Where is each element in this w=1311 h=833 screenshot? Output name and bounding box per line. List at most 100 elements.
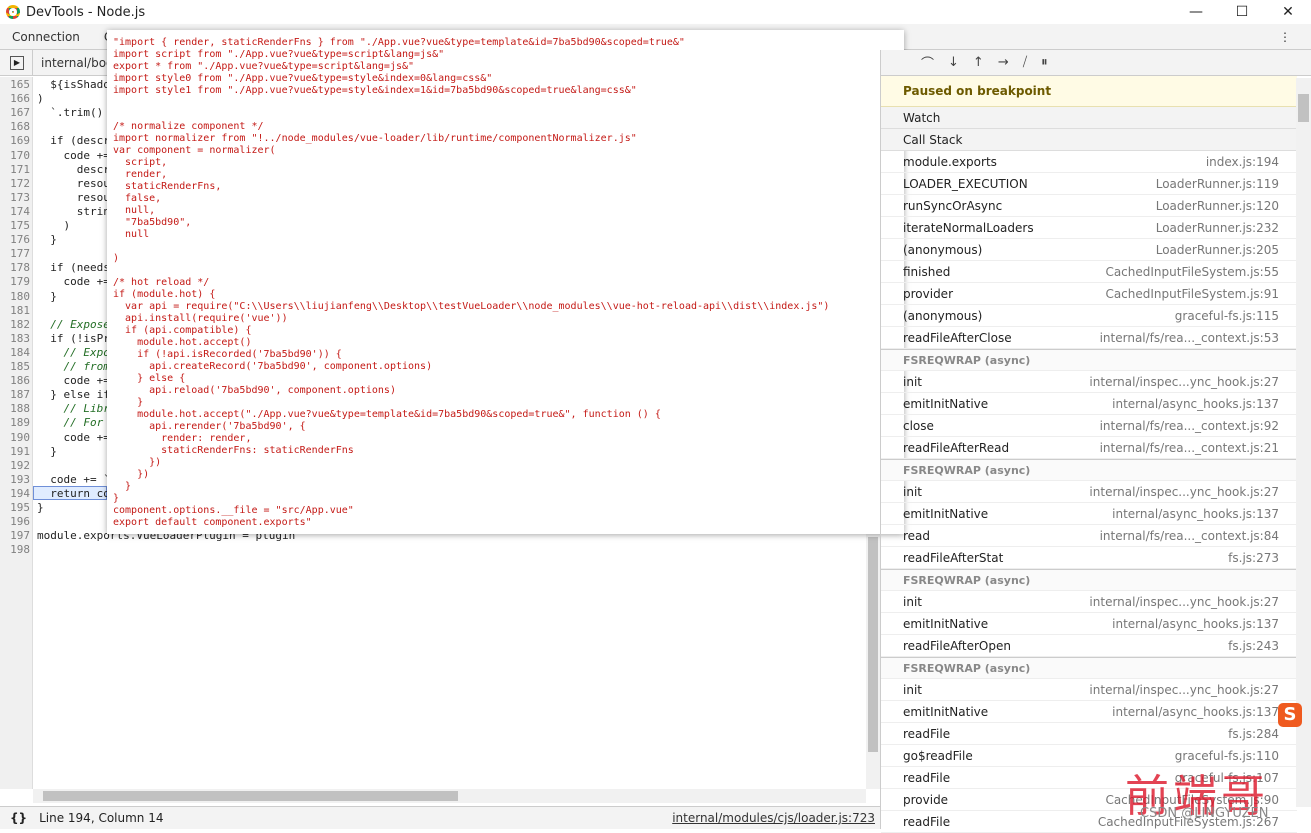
line-number[interactable]: 171 xyxy=(0,163,30,177)
line-number[interactable]: 178 xyxy=(0,261,30,275)
line-number[interactable]: 165 xyxy=(0,78,30,92)
line-number[interactable]: 184 xyxy=(0,346,30,360)
line-number[interactable]: 167 xyxy=(0,106,30,120)
line-number[interactable]: 180 xyxy=(0,290,30,304)
line-number[interactable]: 169 xyxy=(0,134,30,148)
line-number[interactable]: 181 xyxy=(0,304,30,318)
call-frame[interactable]: init internal/inspec...ync_hook.js:27 xyxy=(881,679,1297,701)
line-number[interactable]: 176 xyxy=(0,233,30,247)
frame-location[interactable]: CachedInputFileSystem.js:91 xyxy=(1105,283,1279,305)
line-number[interactable]: 173 xyxy=(0,191,30,205)
step-icon[interactable]: → xyxy=(998,55,1009,70)
editor-horizontal-scrollbar[interactable] xyxy=(33,789,866,803)
line-number[interactable]: 185 xyxy=(0,360,30,374)
minimize-button[interactable]: — xyxy=(1173,0,1219,24)
frame-location[interactable]: internal/fs/rea..._context.js:53 xyxy=(1100,327,1279,349)
call-frame[interactable]: emitInitNative internal/async_hooks.js:13… xyxy=(881,503,1297,525)
frame-location[interactable]: LoaderRunner.js:232 xyxy=(1156,217,1279,239)
frame-location[interactable]: CachedInputFileSystem.js:55 xyxy=(1105,261,1279,283)
line-number[interactable]: 170 xyxy=(0,149,30,163)
line-number[interactable]: 189 xyxy=(0,416,30,430)
maximize-button[interactable]: ☐ xyxy=(1219,0,1265,24)
call-frame[interactable]: iterateNormalLoaders LoaderRunner.js:232 xyxy=(881,217,1297,239)
frame-location[interactable]: internal/async_hooks.js:137 xyxy=(1112,503,1279,525)
frame-location[interactable]: internal/fs/rea..._context.js:92 xyxy=(1100,415,1279,437)
call-frame[interactable]: read internal/fs/rea..._context.js:84 xyxy=(881,525,1297,547)
call-frame[interactable]: emitInitNative internal/async_hooks.js:13… xyxy=(881,393,1297,415)
line-number[interactable]: 194 xyxy=(0,487,30,501)
call-frame[interactable]: init internal/inspec...ync_hook.js:27 xyxy=(881,371,1297,393)
step-out-icon[interactable]: ↑ xyxy=(973,55,984,70)
line-number[interactable]: 183 xyxy=(0,332,30,346)
toggle-navigator-icon[interactable]: ▶ xyxy=(10,55,24,70)
line-number[interactable]: 179 xyxy=(0,275,30,289)
call-frame[interactable]: LOADER_EXECUTION LoaderRunner.js:119 xyxy=(881,173,1297,195)
frame-location[interactable]: internal/fs/rea..._context.js:21 xyxy=(1100,437,1279,459)
tab-connection[interactable]: Connection xyxy=(0,30,92,44)
frame-location[interactable]: LoaderRunner.js:119 xyxy=(1156,173,1279,195)
call-frame[interactable]: emitInitNative internal/async_hooks.js:13… xyxy=(881,613,1297,635)
call-frame[interactable]: readFileAfterOpen fs.js:243 xyxy=(881,635,1297,657)
call-frame[interactable]: init internal/inspec...ync_hook.js:27 xyxy=(881,591,1297,613)
call-frame[interactable]: (anonymous) LoaderRunner.js:205 xyxy=(881,239,1297,261)
call-frame[interactable]: readFileAfterRead internal/fs/rea..._cont… xyxy=(881,437,1297,459)
line-number[interactable]: 192 xyxy=(0,459,30,473)
call-stack-section[interactable]: Call Stack xyxy=(881,129,1297,151)
line-number[interactable]: 182 xyxy=(0,318,30,332)
frame-location[interactable]: internal/async_hooks.js:137 xyxy=(1112,613,1279,635)
call-frame[interactable]: provider CachedInputFileSystem.js:91 xyxy=(881,283,1297,305)
frame-location[interactable]: internal/async_hooks.js:137 xyxy=(1112,393,1279,415)
source-link[interactable]: internal/modules/cjs/loader.js:723 xyxy=(672,811,875,825)
sidebar-scrollbar[interactable] xyxy=(1296,78,1311,807)
pretty-print-button[interactable]: {} xyxy=(10,811,27,825)
call-frame[interactable]: readFileAfterStat fs.js:273 xyxy=(881,547,1297,569)
frame-location[interactable]: graceful-fs.js:115 xyxy=(1175,305,1279,327)
call-frame[interactable]: finished CachedInputFileSystem.js:55 xyxy=(881,261,1297,283)
frame-location[interactable]: LoaderRunner.js:205 xyxy=(1156,239,1279,261)
call-frame[interactable]: close internal/fs/rea..._context.js:92 xyxy=(881,415,1297,437)
call-frame[interactable]: readFileAfterClose internal/fs/rea..._con… xyxy=(881,327,1297,349)
line-number[interactable]: 191 xyxy=(0,445,30,459)
call-frame[interactable]: module.exports index.js:194 xyxy=(881,151,1297,173)
frame-location[interactable]: internal/inspec...ync_hook.js:27 xyxy=(1089,591,1279,613)
line-number[interactable]: 193 xyxy=(0,473,30,487)
more-menu-icon[interactable]: ⋮ xyxy=(1267,30,1303,44)
status-bar: {} Line 194, Column 14 internal/modules/… xyxy=(0,806,880,829)
call-frame[interactable]: readFile fs.js:284 xyxy=(881,723,1297,745)
step-over-icon[interactable]: ⌒ xyxy=(921,53,934,72)
deactivate-breakpoints-icon[interactable]: ⧸ xyxy=(1023,55,1027,70)
call-frame[interactable]: (anonymous) graceful-fs.js:115 xyxy=(881,305,1297,327)
frame-location[interactable]: internal/async_hooks.js:137 xyxy=(1112,701,1279,723)
frame-location[interactable]: index.js:194 xyxy=(1206,151,1279,173)
line-number[interactable]: 175 xyxy=(0,219,30,233)
frame-location[interactable]: internal/inspec...ync_hook.js:27 xyxy=(1089,679,1279,701)
line-number[interactable]: 168 xyxy=(0,120,30,134)
step-into-icon[interactable]: ↓ xyxy=(948,55,959,70)
frame-location[interactable]: LoaderRunner.js:120 xyxy=(1156,195,1279,217)
line-number[interactable]: 196 xyxy=(0,515,30,529)
frame-location[interactable]: internal/inspec...ync_hook.js:27 xyxy=(1089,481,1279,503)
call-frame[interactable]: init internal/inspec...ync_hook.js:27 xyxy=(881,481,1297,503)
pause-on-exceptions-icon[interactable]: ⏸ xyxy=(1041,55,1048,70)
line-number[interactable]: 174 xyxy=(0,205,30,219)
line-number[interactable]: 186 xyxy=(0,374,30,388)
frame-location[interactable]: fs.js:273 xyxy=(1228,547,1279,569)
frame-location[interactable]: fs.js:243 xyxy=(1228,635,1279,657)
line-number[interactable]: 166 xyxy=(0,92,30,106)
call-frame[interactable]: runSyncOrAsync LoaderRunner.js:120 xyxy=(881,195,1297,217)
line-number[interactable]: 172 xyxy=(0,177,30,191)
line-number[interactable]: 187 xyxy=(0,388,30,402)
frame-location[interactable]: internal/inspec...ync_hook.js:27 xyxy=(1089,371,1279,393)
frame-location[interactable]: fs.js:284 xyxy=(1228,723,1279,745)
code-line: if (descr xyxy=(37,134,110,148)
line-number[interactable]: 177 xyxy=(0,247,30,261)
frame-location[interactable]: internal/fs/rea..._context.js:84 xyxy=(1100,525,1279,547)
line-number[interactable]: 190 xyxy=(0,431,30,445)
line-number[interactable]: 195 xyxy=(0,501,30,515)
call-frame[interactable]: emitInitNative internal/async_hooks.js:13… xyxy=(881,701,1297,723)
line-number[interactable]: 197 xyxy=(0,529,30,543)
watch-section[interactable]: Watch xyxy=(881,107,1297,129)
line-number[interactable]: 188 xyxy=(0,402,30,416)
line-number[interactable]: 198 xyxy=(0,543,30,557)
close-button[interactable]: ✕ xyxy=(1265,0,1311,24)
